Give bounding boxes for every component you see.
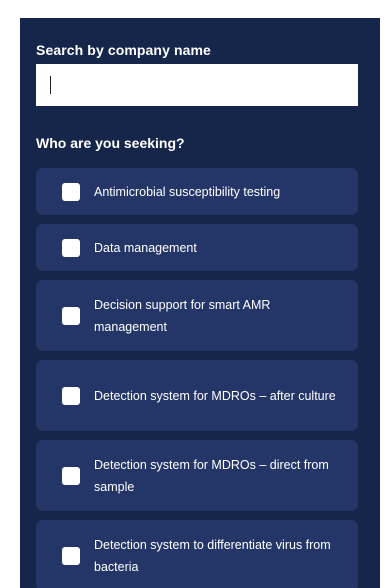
filter-panel: Search by company name Who are you seeki… [20,18,380,588]
checkbox[interactable] [62,306,80,325]
option-detection-mdro-direct-sample[interactable]: Detection system for MDROs – direct from… [36,440,358,511]
option-list: Antimicrobial susceptibility testing Dat… [36,168,358,588]
option-label: Antimicrobial susceptibility testing [94,184,281,199]
option-data-management[interactable]: Data management [36,224,358,271]
option-label: Detection system for MDROs – after cultu… [94,388,336,403]
option-detection-mdro-after-culture[interactable]: Detection system for MDROs – after cultu… [36,360,358,431]
option-antimicrobial-susceptibility-testing[interactable]: Antimicrobial susceptibility testing [36,168,358,215]
option-label: Detection system to differentiate virus … [94,537,331,574]
search-input-container[interactable] [36,64,358,106]
search-input[interactable] [36,64,358,106]
text-cursor [50,76,51,94]
option-label: Decision support for smart AMR managemen… [94,297,271,334]
checkbox[interactable] [62,238,80,257]
checkbox[interactable] [62,466,80,485]
checkbox[interactable] [62,386,80,405]
option-label: Data management [94,240,197,255]
option-decision-support-amr[interactable]: Decision support for smart AMR managemen… [36,280,358,351]
seeking-label: Who are you seeking? [36,135,185,151]
checkbox[interactable] [62,546,80,565]
option-label: Detection system for MDROs – direct from… [94,457,329,494]
search-label: Search by company name [36,42,211,58]
option-detection-virus-bacteria[interactable]: Detection system to differentiate virus … [36,520,358,588]
checkbox[interactable] [62,182,80,201]
